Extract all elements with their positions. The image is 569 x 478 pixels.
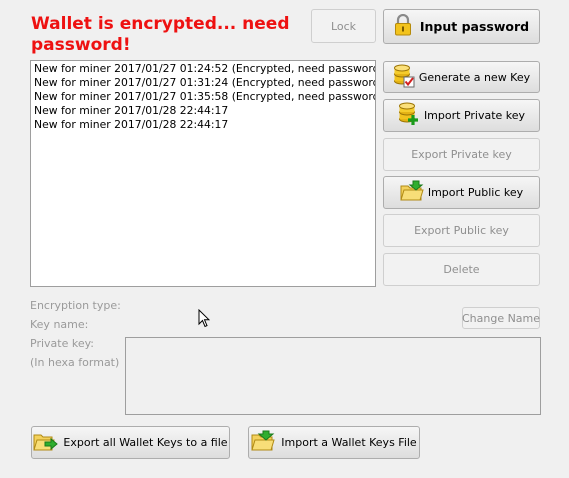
input-password-button[interactable]: Input password xyxy=(383,9,540,44)
import-wallet-file-button[interactable]: Import a Wallet Keys File xyxy=(248,426,420,459)
coin-stack-plus-icon xyxy=(398,102,420,129)
export-public-key-button[interactable]: Export Public key xyxy=(383,214,540,247)
folder-export-arrow-icon xyxy=(33,430,59,455)
lock-button[interactable]: Lock xyxy=(311,9,376,43)
list-item[interactable]: New for miner 2017/01/27 01:31:24 (Encry… xyxy=(34,76,375,90)
list-item[interactable]: New for miner 2017/01/27 01:35:58 (Encry… xyxy=(34,90,375,104)
folder-arrow-icon xyxy=(400,180,424,205)
import-public-key-button[interactable]: Import Public key xyxy=(383,176,540,209)
wallet-keys-list[interactable]: New for miner 2017/01/27 01:24:52 (Encry… xyxy=(30,60,376,287)
list-item[interactable]: New for miner 2017/01/28 22:44:17 xyxy=(34,104,228,118)
export-all-keys-label: Export all Wallet Keys to a file xyxy=(63,436,228,449)
export-private-key-button[interactable]: Export Private key xyxy=(383,138,540,171)
hexa-format-label: (In hexa format) xyxy=(30,356,120,369)
coin-stack-checkmark-icon xyxy=(393,64,415,91)
padlock-icon xyxy=(394,13,412,39)
import-private-key-label: Import Private key xyxy=(423,109,526,122)
change-name-button[interactable]: Change Name xyxy=(462,307,540,329)
key-name-label: Key name: xyxy=(30,318,89,331)
generate-key-button[interactable]: Generate a new Key xyxy=(383,61,540,93)
folder-import-arrow-icon xyxy=(251,430,277,455)
encryption-type-label: Encryption type: xyxy=(30,299,121,312)
generate-key-label: Generate a new Key xyxy=(418,70,531,84)
list-item[interactable]: New for miner 2017/01/28 22:44:17 xyxy=(34,118,228,132)
private-key-label: Private key: xyxy=(30,337,95,350)
delete-button[interactable]: Delete xyxy=(383,253,540,286)
import-private-key-button[interactable]: Import Private key xyxy=(383,99,540,132)
mouse-cursor-icon xyxy=(198,308,211,331)
input-password-label: Input password xyxy=(419,19,530,34)
export-all-keys-button[interactable]: Export all Wallet Keys to a file xyxy=(31,426,230,459)
import-wallet-file-label: Import a Wallet Keys File xyxy=(281,436,417,449)
wallet-status-message: Wallet is encrypted... need password! xyxy=(31,14,290,55)
list-item[interactable]: New for miner 2017/01/27 01:24:52 (Encry… xyxy=(34,62,375,76)
import-public-key-label: Import Public key xyxy=(427,186,524,199)
private-key-textarea[interactable] xyxy=(125,337,541,415)
